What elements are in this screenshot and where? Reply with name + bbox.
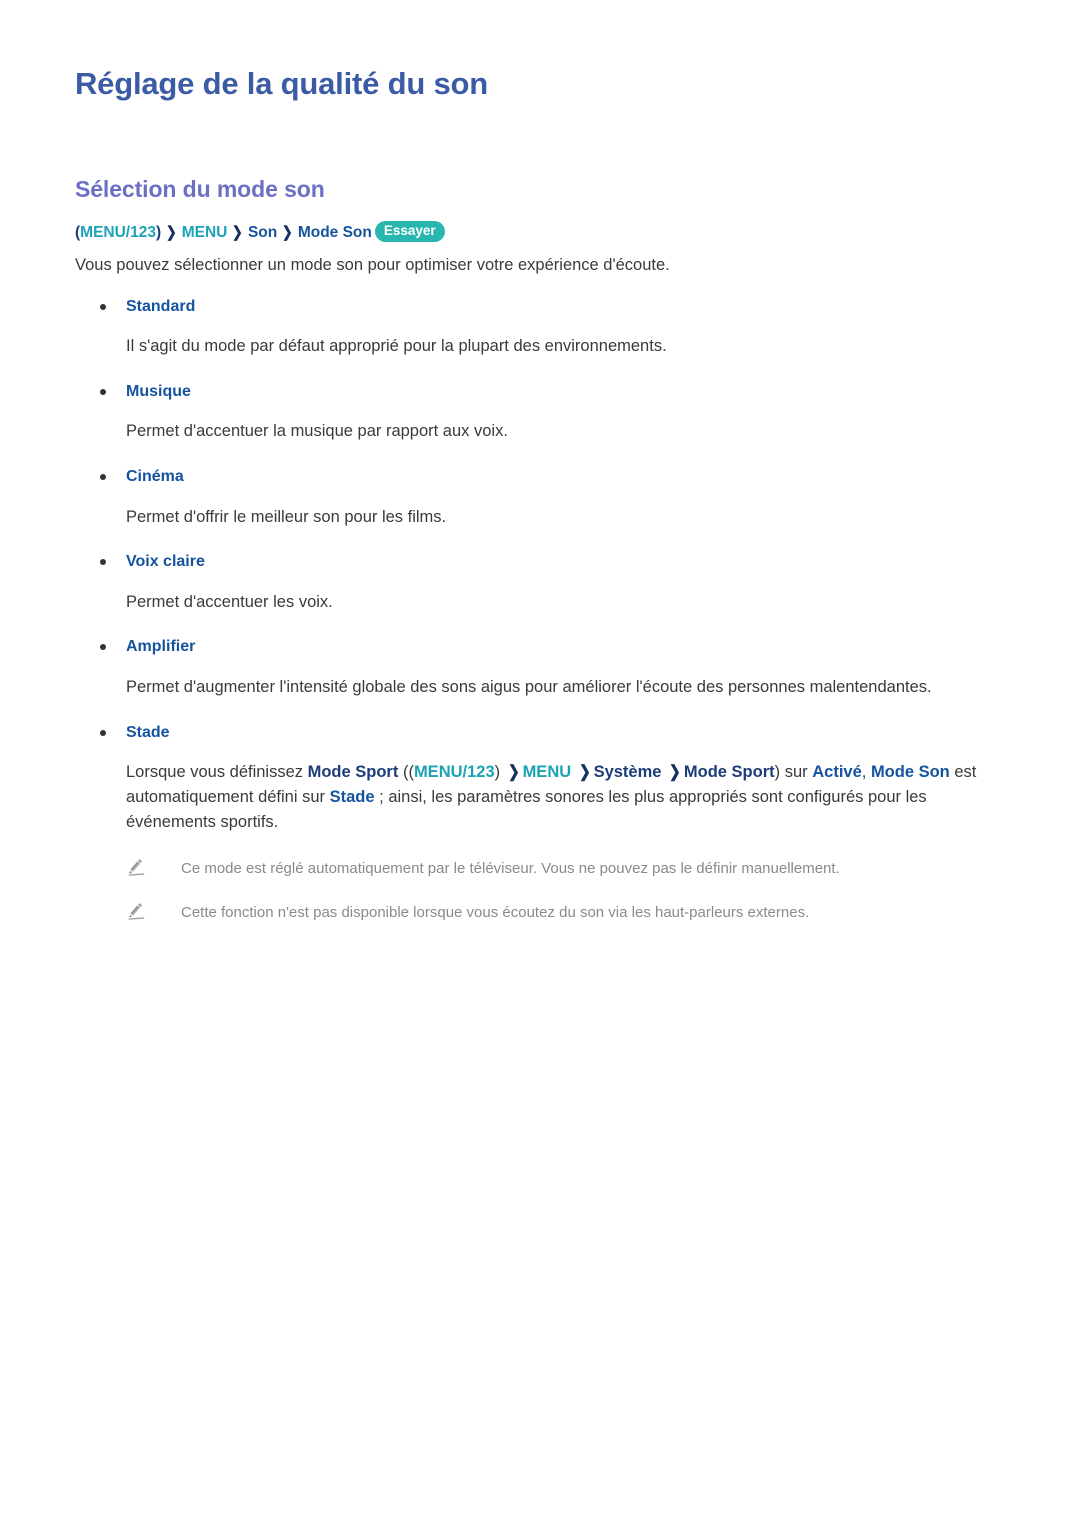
- page-title: Réglage de la qualité du son: [75, 66, 488, 101]
- bullet-icon: [100, 474, 106, 481]
- keyword-stade[interactable]: Stade: [330, 788, 375, 806]
- keyword-mode-son[interactable]: Mode Son: [871, 763, 950, 781]
- item-label-voix-claire: Voix claire: [75, 551, 1015, 573]
- stade-text-1: Lorsque vous définissez: [126, 763, 308, 782]
- breadcrumb-item-menu[interactable]: MENU: [182, 224, 228, 241]
- main-content: Vous pouvez sélectionner un mode son pou…: [75, 254, 1015, 946]
- keyword-menu123[interactable]: MENU/123: [414, 763, 495, 781]
- note-item: Cette fonction n'est pas disponible lors…: [126, 902, 1015, 924]
- breadcrumb-item-son[interactable]: Son: [248, 224, 277, 241]
- bullet-icon: [100, 389, 106, 396]
- notes-list: Ce mode est réglé automatiquement par le…: [75, 858, 1015, 924]
- note-item: Ce mode est réglé automatiquement par le…: [126, 858, 1015, 880]
- keyword-mode-sport-2[interactable]: Mode Sport: [684, 763, 775, 781]
- section-title: Sélection du mode son: [75, 176, 325, 202]
- list-item: Amplifier Permet d'augmenter l'intensité…: [75, 636, 1015, 699]
- chevron-right-icon: ❯: [282, 224, 293, 241]
- note-text: Ce mode est réglé automatiquement par le…: [181, 860, 840, 878]
- list-item: Voix claire Permet d'accentuer les voix.: [75, 551, 1015, 614]
- bullet-icon: [100, 559, 106, 566]
- breadcrumb-item-menu123[interactable]: MENU/123: [80, 224, 156, 241]
- item-label-text: Amplifier: [126, 638, 196, 656]
- bullet-icon: [100, 303, 106, 310]
- item-label-text: Standard: [126, 297, 196, 315]
- list-item: Standard Il s'agit du mode par défaut ap…: [75, 296, 1015, 359]
- note-text: Cette fonction n'est pas disponible lors…: [181, 904, 810, 922]
- item-label-text: Musique: [126, 383, 191, 401]
- document-page: Réglage de la qualité du son Sélection d…: [0, 0, 1080, 1527]
- keyword-systeme[interactable]: Système: [594, 763, 662, 781]
- stade-text-2: ((: [398, 763, 414, 782]
- item-label-standard: Standard: [75, 296, 1015, 318]
- item-body-amplifier: Permet d'augmenter l'intensité globale d…: [126, 677, 932, 696]
- chevron-right-icon: ❯: [578, 763, 591, 782]
- item-body-cinema: Permet d'offrir le meilleur son pour les…: [126, 507, 447, 526]
- item-label-stade: Stade: [75, 722, 1015, 744]
- item-label-text: Cinéma: [126, 468, 184, 486]
- chevron-right-icon: ❯: [669, 763, 681, 782]
- stade-text-3: ): [494, 763, 505, 782]
- item-label-musique: Musique: [75, 381, 1015, 403]
- pencil-icon: [128, 903, 145, 920]
- item-body-musique: Permet d'accentuer la musique par rappor…: [126, 422, 508, 441]
- item-body-stade: Lorsque vous définissez Mode Sport ((MEN…: [75, 760, 1015, 834]
- breadcrumb-close-paren: ): [155, 224, 162, 241]
- item-label-cinema: Cinéma: [75, 466, 1015, 488]
- pencil-icon: [128, 859, 145, 876]
- bullet-icon: [100, 729, 106, 736]
- chevron-right-icon: ❯: [166, 224, 177, 241]
- item-body-standard: Il s'agit du mode par défaut approprié p…: [126, 337, 667, 356]
- chevron-right-icon: ❯: [507, 763, 520, 782]
- list-item: Cinéma Permet d'offrir le meilleur son p…: [75, 466, 1015, 529]
- item-label-text: Stade: [126, 723, 170, 741]
- intro-paragraph: Vous pouvez sélectionner un mode son pou…: [75, 256, 670, 274]
- keyword-mode-sport[interactable]: Mode Sport: [308, 763, 399, 781]
- try-badge[interactable]: Essayer: [374, 221, 445, 242]
- item-label-text: Voix claire: [126, 553, 205, 571]
- list-item: Stade Lorsque vous définissez Mode Sport…: [75, 722, 1015, 835]
- list-item: Musique Permet d'accentuer la musique pa…: [75, 381, 1015, 444]
- item-body-voix-claire: Permet d'accentuer les voix.: [126, 592, 333, 611]
- stade-text-4: ) sur: [774, 763, 813, 782]
- chevron-right-icon: ❯: [232, 224, 244, 241]
- keyword-active[interactable]: Activé: [812, 763, 862, 781]
- bullet-icon: [100, 644, 106, 651]
- breadcrumb: (MENU/123) ❯ MENU ❯ Son ❯ Mode Son Essayer: [75, 221, 445, 244]
- item-label-amplifier: Amplifier: [75, 636, 1015, 658]
- keyword-menu[interactable]: MENU: [523, 763, 572, 781]
- stade-text-5: ,: [861, 763, 871, 782]
- breadcrumb-item-mode-son[interactable]: Mode Son: [298, 224, 372, 241]
